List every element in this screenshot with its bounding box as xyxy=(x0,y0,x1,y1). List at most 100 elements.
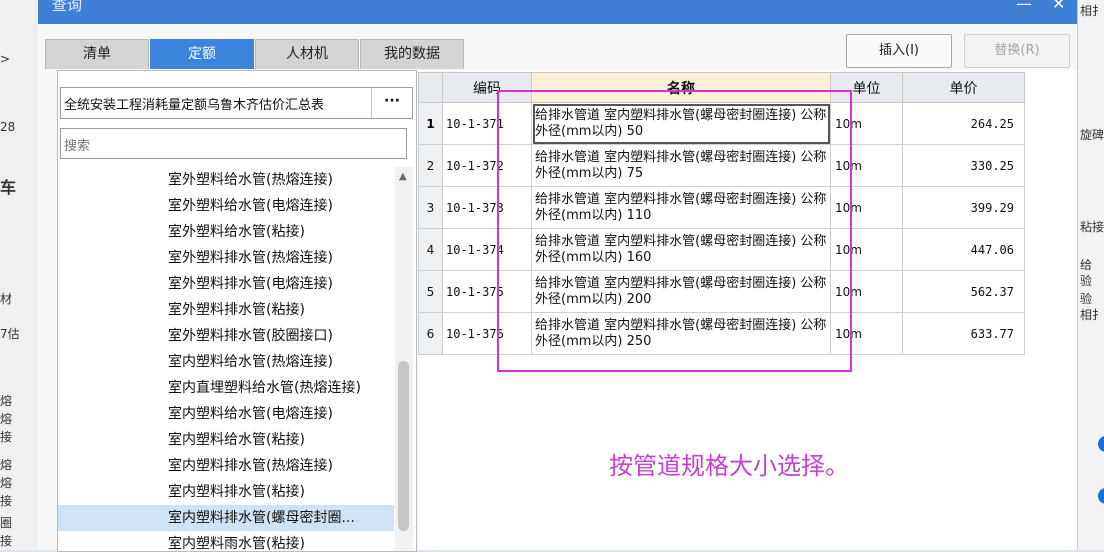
tree-item[interactable]: 室外塑料排水管(电熔连接) xyxy=(58,271,394,297)
bg-fragment: 熔 xyxy=(0,476,13,490)
quota-code: 10-1-372 xyxy=(442,144,532,187)
quota-unit: 10m xyxy=(830,144,903,187)
tree-item[interactable]: 室内塑料给水管(粘接) xyxy=(58,427,394,453)
more-icon[interactable]: ··· xyxy=(371,88,412,118)
quota-code: 10-1-373 xyxy=(442,186,532,229)
table-row[interactable]: 5 10-1-375 给排水管道 室内塑料排水管(螺母密封圈连接) 公称外径(m… xyxy=(418,270,1025,313)
minimize-icon[interactable]: — xyxy=(1016,0,1032,13)
bg-fragment: 熔 xyxy=(0,458,13,472)
quota-price: 633.77 xyxy=(902,312,1025,355)
quota-name: 给排水管道 室内塑料排水管(螺母密封圈连接) 公称外径(mm以内) 250 xyxy=(531,312,831,355)
bg-fragment: 相扌 xyxy=(1080,4,1104,18)
quota-unit: 10m xyxy=(830,312,903,355)
tree-item[interactable]: 室内塑料排水管(热熔连接) xyxy=(58,453,394,479)
tree-item[interactable]: 室内塑料给水管(热熔连接) xyxy=(58,349,394,375)
table-row[interactable]: 4 10-1-374 给排水管道 室内塑料排水管(螺母密封圈连接) 公称外径(m… xyxy=(418,228,1025,271)
tree-item[interactable]: 室外塑料给水管(热熔连接) xyxy=(58,167,394,193)
table-row[interactable]: 6 10-1-376 给排水管道 室内塑料排水管(螺母密封圈连接) 公称外径(m… xyxy=(418,312,1025,355)
quota-tree-panel: 全统安装工程消耗量定额乌鲁木齐估价汇总表 ··· 搜索 室外塑料给水管(热熔连接… xyxy=(57,70,417,552)
quota-unit: 10m xyxy=(830,270,903,313)
column-header-unit[interactable]: 单位 xyxy=(830,72,903,103)
quota-price: 264.25 xyxy=(902,102,1025,145)
app-icon[interactable] xyxy=(1098,488,1104,504)
quota-name: 给排水管道 室内塑料排水管(螺母密封圈连接) 公称外径(mm以内) 50 xyxy=(531,102,831,145)
quota-code: 10-1-376 xyxy=(442,312,532,355)
replace-button[interactable]: 替换(R) xyxy=(964,34,1070,68)
close-icon[interactable]: ✕ xyxy=(1052,0,1065,13)
row-number: 3 xyxy=(418,186,443,229)
bg-fragment: 粘接 xyxy=(1080,220,1104,234)
quota-code: 10-1-374 xyxy=(442,228,532,271)
quota-price: 330.25 xyxy=(902,144,1025,187)
dialog-title-bar: 查询 — ✕ xyxy=(38,0,1077,24)
quota-table: 编码 名称 单位 单价 1 10-1-371 给排水管道 室内塑料排水管(螺母密… xyxy=(418,72,1025,355)
tree-item[interactable]: 室外塑料给水管(粘接) xyxy=(58,219,394,245)
bg-fragment: 熔 xyxy=(0,394,13,408)
quota-code: 10-1-371 xyxy=(442,102,532,145)
row-number: 4 xyxy=(418,228,443,271)
bg-fragment: 7估 xyxy=(0,327,20,341)
search-input[interactable]: 搜索 xyxy=(60,128,407,159)
table-header-row: 编码 名称 单位 单价 xyxy=(418,72,1025,103)
table-row[interactable]: 1 10-1-371 给排水管道 室内塑料排水管(螺母密封圈连接) 公称外径(m… xyxy=(418,102,1025,145)
tab-labor-material-machine[interactable]: 人材机 xyxy=(255,39,359,69)
tree-item-selected[interactable]: 室内塑料排水管(螺母密封圈... xyxy=(58,505,394,531)
quota-price: 447.06 xyxy=(902,228,1025,271)
quota-name: 给排水管道 室内塑料排水管(螺母密封圈连接) 公称外径(mm以内) 160 xyxy=(531,228,831,271)
insert-button[interactable]: 插入(I) xyxy=(846,34,952,68)
tab-quota[interactable]: 定额 xyxy=(150,39,254,69)
column-header-price[interactable]: 单价 xyxy=(902,72,1025,103)
quota-name: 给排水管道 室内塑料排水管(螺母密封圈连接) 公称外径(mm以内) 110 xyxy=(531,186,831,229)
bg-fragment: 接 xyxy=(0,430,13,444)
tree-item[interactable]: 室内塑料排水管(粘接) xyxy=(58,479,394,505)
quota-unit: 10m xyxy=(830,102,903,145)
annotation-text: 按管道规格大小选择。 xyxy=(609,452,849,480)
quota-tree: 室外塑料给水管(热熔连接) 室外塑料给水管(电熔连接) 室外塑料给水管(粘接) … xyxy=(58,167,394,551)
quota-unit: 10m xyxy=(830,228,903,271)
tree-item[interactable]: 室外塑料给水管(电熔连接) xyxy=(58,193,394,219)
bg-fragment: 圈 xyxy=(0,516,13,530)
bg-fragment: 验 xyxy=(1080,274,1093,288)
quota-code: 10-1-375 xyxy=(442,270,532,313)
bg-fragment: 材 xyxy=(0,292,13,306)
quota-name: 给排水管道 室内塑料排水管(螺母密封圈连接) 公称外径(mm以内) 75 xyxy=(531,144,831,187)
row-number-header xyxy=(418,72,443,103)
tree-item[interactable]: 室外塑料排水管(胶圈接口) xyxy=(58,323,394,349)
dialog-title: 查询 xyxy=(52,0,83,14)
tree-item[interactable]: 室外塑料排水管(粘接) xyxy=(58,297,394,323)
tree-item[interactable]: 室外塑料排水管(热熔连接) xyxy=(58,245,394,271)
row-number: 5 xyxy=(418,270,443,313)
column-header-name[interactable]: 名称 xyxy=(531,72,831,103)
tab-my-data[interactable]: 我的数据 xyxy=(360,39,464,69)
tree-scrollbar[interactable]: ▲ xyxy=(395,167,413,551)
bg-fragment: 验 xyxy=(1080,292,1093,306)
row-number: 2 xyxy=(418,144,443,187)
column-header-code[interactable]: 编码 xyxy=(442,72,532,103)
scrollbar-thumb[interactable] xyxy=(398,361,409,531)
quota-unit: 10m xyxy=(830,186,903,229)
tab-bill[interactable]: 清单 xyxy=(45,39,149,69)
quota-name: 给排水管道 室内塑料排水管(螺母密封圈连接) 公称外径(mm以内) 200 xyxy=(531,270,831,313)
tree-item[interactable]: 室内塑料雨水管(粘接) xyxy=(58,531,394,551)
bg-fragment: 旋碑 xyxy=(1080,128,1104,142)
tree-item[interactable]: 室内直埋塑料给水管(热熔连接) xyxy=(58,375,394,401)
quota-price: 562.37 xyxy=(902,270,1025,313)
scroll-up-icon[interactable]: ▲ xyxy=(399,171,407,182)
bg-fragment: 给 xyxy=(1080,258,1093,272)
bg-fragment: 车 xyxy=(0,178,17,197)
tree-item[interactable]: 室内塑料给水管(电熔连接) xyxy=(58,401,394,427)
bg-fragment: 接 xyxy=(0,534,13,548)
bg-fragment: 相扌 xyxy=(1080,308,1104,322)
quota-price: 399.29 xyxy=(902,186,1025,229)
bg-fragment: > xyxy=(0,52,11,66)
bg-fragment: 28 xyxy=(0,120,16,134)
table-row[interactable]: 2 10-1-372 给排水管道 室内塑料排水管(螺母密封圈连接) 公称外径(m… xyxy=(418,144,1025,187)
background-window-right: 相扌 旋碑 粘接 给 验 验 相扌 xyxy=(1077,0,1104,550)
row-number: 6 xyxy=(418,312,443,355)
app-icon[interactable] xyxy=(1098,436,1104,452)
query-dialog: 查询 — ✕ 清单 定额 人材机 我的数据 插入(I) 替换(R) 全统安装工程… xyxy=(38,0,1077,552)
row-number: 1 xyxy=(418,102,443,145)
background-window-left: > 28 车 材 7估 熔 熔 接 熔 熔 接 圈 接 xyxy=(0,0,39,550)
quota-library-select[interactable]: 全统安装工程消耗量定额乌鲁木齐估价汇总表 ··· xyxy=(60,87,413,119)
table-row[interactable]: 3 10-1-373 给排水管道 室内塑料排水管(螺母密封圈连接) 公称外径(m… xyxy=(418,186,1025,229)
